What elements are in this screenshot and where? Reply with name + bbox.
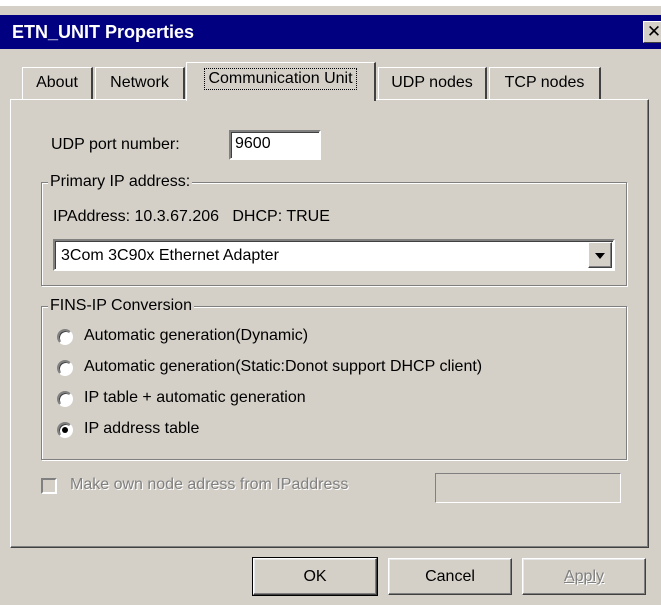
radio-ip-address-table[interactable] (57, 422, 73, 438)
tab-about[interactable]: About (22, 67, 93, 99)
adapter-select[interactable]: 3Com 3C90x Ethernet Adapter (53, 239, 615, 271)
properties-dialog: ETN_UNIT Properties ✕ About Network Comm… (0, 6, 661, 605)
udp-port-label: UDP port number: (51, 136, 180, 153)
tab-udp-nodes-label: UDP nodes (391, 74, 473, 91)
ip-address-info: IPAddress: 10.3.67.206 DHCP: TRUE (53, 208, 330, 225)
fins-ip-group-title: FINS-IP Conversion (48, 296, 194, 316)
own-node-address-field[interactable] (435, 473, 621, 503)
title-bar[interactable]: ETN_UNIT Properties (0, 15, 661, 49)
udp-port-value: 9600 (235, 135, 271, 152)
tab-tcp-nodes[interactable]: TCP nodes (489, 67, 601, 99)
own-node-checkbox[interactable] (41, 478, 57, 494)
apply-button-label: Apply (563, 568, 605, 585)
radio-automatic-static[interactable] (57, 360, 73, 376)
cancel-button[interactable]: Cancel (388, 558, 512, 595)
radio-automatic-dynamic-label[interactable]: Automatic generation(Dynamic) (84, 327, 308, 345)
communication-unit-panel: UDP port number: 9600 Primary IP address… (10, 99, 649, 548)
radio-ip-table-automatic-label[interactable]: IP table + automatic generation (84, 389, 306, 407)
fins-ip-group: FINS-IP Conversion Automatic generation(… (41, 296, 627, 460)
primary-ip-group-title: Primary IP address: (48, 172, 193, 192)
close-button[interactable]: ✕ (643, 21, 661, 43)
ok-button-label: OK (303, 568, 327, 585)
tab-network-label: Network (110, 74, 169, 91)
tab-udp-nodes[interactable]: UDP nodes (378, 67, 487, 99)
radio-ip-table-automatic[interactable] (57, 391, 73, 407)
cancel-button-label: Cancel (425, 568, 475, 585)
apply-button[interactable]: Apply (522, 558, 646, 595)
radio-automatic-static-label[interactable]: Automatic generation(Static:Donot suppor… (84, 358, 482, 376)
close-icon: ✕ (646, 22, 661, 41)
radio-selected-dot-icon (62, 427, 68, 433)
tab-network[interactable]: Network (95, 67, 185, 99)
own-node-label[interactable]: Make own node adress from IPaddress (70, 476, 348, 494)
radio-ip-address-table-label[interactable]: IP address table (84, 420, 199, 438)
adapter-dropdown-button[interactable] (588, 242, 612, 268)
dialog-title: ETN_UNIT Properties (12, 22, 195, 42)
adapter-select-value: 3Com 3C90x Ethernet Adapter (61, 247, 279, 264)
radio-automatic-dynamic[interactable] (57, 329, 73, 345)
tab-about-label: About (36, 74, 78, 91)
chevron-down-icon (595, 253, 605, 259)
tab-tcp-nodes-label: TCP nodes (504, 74, 585, 91)
tab-communication-unit[interactable]: Communication Unit (186, 62, 376, 101)
udp-port-field[interactable]: 9600 (229, 130, 321, 160)
primary-ip-group: Primary IP address: IPAddress: 10.3.67.2… (41, 172, 627, 286)
tab-communication-unit-label: Communication Unit (204, 68, 357, 90)
ok-button[interactable]: OK (252, 557, 378, 596)
